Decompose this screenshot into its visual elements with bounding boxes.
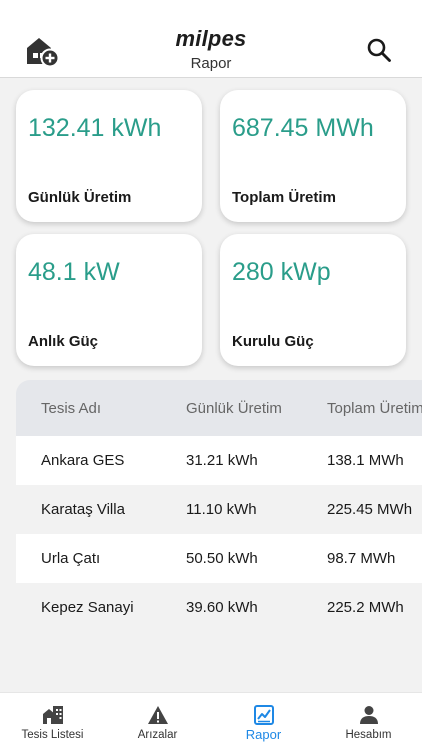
column-header-daily: Günlük Üretim [186,399,282,417]
nav-label: Arızalar [137,729,178,741]
stat-label: Kurulu Güç [232,333,314,350]
stat-label: Günlük Üretim [28,189,132,206]
cell-daily: 39.60 kWh [186,599,258,616]
person-icon [359,706,378,724]
cell-facility: Ankara GES [41,452,125,469]
table-row[interactable]: Urla Çatı 50.50 kWh 98.7 MWh [16,534,422,583]
nav-item-faults[interactable]: Arızalar [105,693,210,750]
table-header: Tesis Adı Günlük Üretim Toplam Üretim [16,380,422,436]
nav-label: Hesabım [345,729,392,741]
stat-card-instant-power: 48.1 kW Anlık Güç [16,234,202,366]
stat-value: 687.45 MWh [232,114,374,142]
cell-total: 225.45 MWh [327,501,413,518]
table-row[interactable]: Kepez Sanayi 39.60 kWh 225.2 MWh [16,583,422,632]
nav-item-facility-list[interactable]: Tesis Listesi [0,693,105,750]
facility-report-table[interactable]: Tesis Adı Günlük Üretim Toplam Üretim An… [16,380,422,632]
nav-label: Rapor [245,727,282,742]
warning-icon [147,706,168,724]
table-row[interactable]: Karataş Villa 11.10 kWh 225.45 MWh [16,485,422,534]
stat-value: 132.41 kWh [28,114,162,142]
stat-card-daily-production: 132.41 kWh Günlük Üretim [16,90,202,222]
cell-facility: Urla Çatı [41,550,101,567]
column-header-total: Toplam Üretim [327,399,422,417]
search-icon[interactable] [366,37,392,63]
app-header: milpes Rapor [0,0,422,78]
page-title: Rapor [190,55,232,72]
chart-icon [253,705,274,725]
column-header-facility: Tesis Adı [41,399,102,417]
cell-total: 98.7 MWh [327,550,396,567]
table-row[interactable]: Ankara GES 31.21 kWh 138.1 MWh [16,436,422,485]
stat-value: 48.1 kW [28,258,120,286]
cell-daily: 31.21 kWh [186,452,258,469]
nav-item-report[interactable]: Rapor [211,693,316,750]
cell-facility: Kepez Sanayi [41,599,134,616]
stat-value: 280 kWp [232,258,331,286]
app-brand: milpes [175,26,247,51]
cell-facility: Karataş Villa [41,501,125,518]
cell-total: 225.2 MWh [327,599,404,616]
nav-item-account[interactable]: Hesabım [316,693,421,750]
stat-card-total-production: 687.45 MWh Toplam Üretim [220,90,406,222]
nav-label: Tesis Listesi [21,729,84,741]
stat-card-installed-power: 280 kWp Kurulu Güç [220,234,406,366]
buildings-icon [42,706,63,724]
stat-label: Toplam Üretim [232,189,336,206]
cell-daily: 50.50 kWh [186,550,258,567]
cell-daily: 11.10 kWh [186,501,257,518]
stat-label: Anlık Güç [28,333,99,350]
cell-total: 138.1 MWh [327,452,404,469]
bottom-navigation: Tesis Listesi Arızalar Rapor Hesabım [0,692,422,750]
